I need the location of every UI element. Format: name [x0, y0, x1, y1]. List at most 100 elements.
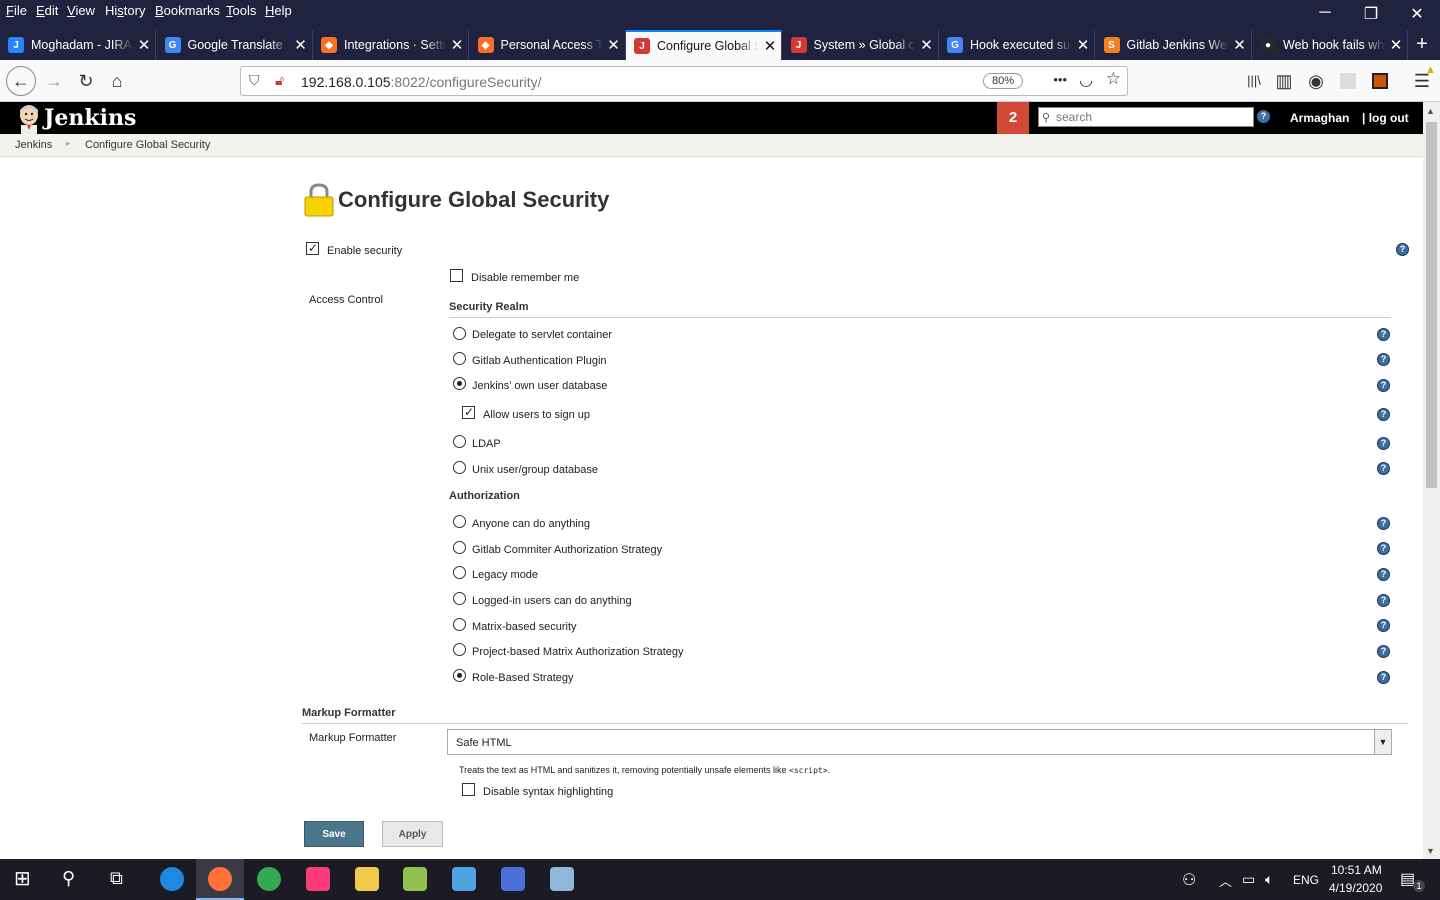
- menu-view[interactable]: View: [67, 3, 95, 18]
- auth-project-matrix-help-icon[interactable]: ?: [1377, 645, 1390, 658]
- auth-anyone-help-icon[interactable]: ?: [1377, 517, 1390, 530]
- realm-ldap-radio[interactable]: [453, 435, 466, 448]
- apply-button[interactable]: Apply: [382, 821, 443, 847]
- search-input[interactable]: ⚲ search: [1038, 107, 1254, 127]
- search-taskbar-icon[interactable]: ⚲: [62, 868, 75, 889]
- library-icon[interactable]: |||\: [1240, 68, 1268, 94]
- markup-formatter-select[interactable]: Safe HTML ▼: [447, 729, 1392, 755]
- auth-gitlab-help-icon[interactable]: ?: [1377, 542, 1390, 555]
- breadcrumb-jenkins[interactable]: Jenkins: [15, 139, 52, 151]
- pocket-icon[interactable]: ◡: [1079, 70, 1093, 90]
- auth-matrix-help-icon[interactable]: ?: [1377, 619, 1390, 632]
- tab-close-icon[interactable]: ✕: [603, 36, 625, 54]
- menu-help[interactable]: Help: [265, 3, 292, 18]
- tab-9[interactable]: ● Web hook fails when✕: [1252, 30, 1408, 60]
- back-button[interactable]: ←: [6, 66, 36, 96]
- scroll-down-icon[interactable]: ▼: [1426, 846, 1435, 856]
- menu-file[interactable]: File: [6, 3, 27, 18]
- home-button[interactable]: ⌂: [103, 68, 131, 94]
- realm-unix-help-icon[interactable]: ?: [1377, 462, 1390, 475]
- people-icon[interactable]: ⚇: [1182, 870, 1196, 890]
- disable-remember-me-checkbox[interactable]: [450, 269, 463, 282]
- auth-anyone-radio[interactable]: [453, 515, 466, 528]
- chrome-icon[interactable]: [257, 867, 281, 891]
- start-icon[interactable]: ⊞: [14, 866, 31, 891]
- tab-close-icon[interactable]: ✕: [446, 36, 468, 54]
- tab-close-icon[interactable]: ✕: [290, 36, 312, 54]
- tab-close-icon[interactable]: ✕: [1072, 36, 1094, 54]
- auth-logged-in-radio[interactable]: [453, 592, 466, 605]
- zoom-level[interactable]: 80%: [982, 73, 1023, 89]
- insecure-lock-icon[interactable]: 🔓︎: [275, 72, 284, 89]
- save-button[interactable]: Save: [304, 821, 364, 847]
- realm-gitlab-radio[interactable]: [453, 352, 466, 365]
- extension-2-icon[interactable]: [1372, 73, 1388, 89]
- extension-icon[interactable]: [1340, 73, 1356, 89]
- enable-security-help-icon[interactable]: ?: [1396, 243, 1409, 256]
- auth-legacy-help-icon[interactable]: ?: [1377, 568, 1390, 581]
- close-window-button[interactable]: ✕: [1402, 4, 1432, 24]
- bookmark-star-icon[interactable]: ☆: [1106, 69, 1121, 89]
- page-scrollbar[interactable]: ▲ ▼: [1423, 102, 1440, 859]
- auth-role-based-help-icon[interactable]: ?: [1377, 671, 1390, 684]
- realm-delegate-help-icon[interactable]: ?: [1377, 328, 1390, 341]
- jenkins-butler-icon[interactable]: [16, 104, 42, 134]
- tab-close-icon[interactable]: ✕: [1385, 36, 1407, 54]
- account-icon[interactable]: ◉: [1302, 68, 1330, 94]
- new-tab-button[interactable]: +: [1410, 33, 1434, 56]
- menu-history[interactable]: History: [105, 3, 145, 18]
- network-icon[interactable]: ▭: [1242, 871, 1255, 888]
- forward-button[interactable]: →: [40, 68, 68, 94]
- page-actions-icon[interactable]: •••: [1053, 72, 1067, 87]
- task-view-icon[interactable]: ⧉: [110, 868, 123, 889]
- tab-3[interactable]: ◆ Integrations · Settings✕: [313, 30, 469, 60]
- tab-6[interactable]: J System » Global configuration✕: [783, 30, 939, 60]
- user-link[interactable]: Armaghan: [1290, 111, 1349, 125]
- chevron-down-icon[interactable]: ▼: [1374, 730, 1391, 754]
- url-text[interactable]: 192.168.0.105:8022/configureSecurity/: [301, 74, 542, 90]
- tab-8[interactable]: S Gitlab Jenkins Webhook✕: [1096, 30, 1252, 60]
- breadcrumb-current[interactable]: Configure Global Security: [85, 139, 210, 151]
- auth-matrix-radio[interactable]: [453, 618, 466, 631]
- tab-close-icon[interactable]: ✕: [1229, 36, 1251, 54]
- logout-link[interactable]: | log out: [1362, 111, 1409, 125]
- chrome-canary-icon[interactable]: [160, 867, 184, 891]
- realm-unix-radio[interactable]: [453, 461, 466, 474]
- realm-jenkins-db-help-icon[interactable]: ?: [1377, 379, 1390, 392]
- notification-badge[interactable]: 2: [997, 102, 1029, 134]
- auth-project-matrix-radio[interactable]: [453, 643, 466, 656]
- scroll-up-icon[interactable]: ▲: [1426, 106, 1435, 116]
- menu-bookmarks[interactable]: Bookmarks: [155, 3, 220, 18]
- tab-4[interactable]: ◆ Personal Access Tokens✕: [470, 30, 626, 60]
- auth-gitlab-radio[interactable]: [453, 541, 466, 554]
- tab-2[interactable]: G Google Translate ✕: [157, 30, 313, 60]
- allow-signup-help-icon[interactable]: ?: [1377, 408, 1390, 421]
- tab-close-icon[interactable]: ✕: [759, 37, 781, 55]
- realm-jenkins-db-radio[interactable]: [453, 377, 466, 390]
- tab-7[interactable]: G Hook executed successfully✕: [939, 30, 1095, 60]
- firefox-icon[interactable]: [208, 867, 232, 891]
- tab-1[interactable]: J Moghadam - JIRA ✕: [0, 30, 156, 60]
- scrollbar-thumb[interactable]: [1426, 122, 1437, 488]
- realm-ldap-help-icon[interactable]: ?: [1377, 437, 1390, 450]
- restore-button[interactable]: ❐: [1356, 4, 1386, 24]
- network-app-icon[interactable]: [501, 867, 525, 891]
- sidebar-icon[interactable]: ▥: [1270, 68, 1298, 94]
- tab-5[interactable]: J Configure Global Security✕: [626, 30, 782, 60]
- tab-close-icon[interactable]: ✕: [916, 36, 938, 54]
- language-indicator[interactable]: ENG: [1293, 873, 1319, 887]
- realm-gitlab-help-icon[interactable]: ?: [1377, 353, 1390, 366]
- volume-icon[interactable]: 🔈︎: [1265, 871, 1273, 888]
- menu-edit[interactable]: Edit: [36, 3, 58, 18]
- reload-button[interactable]: ↻: [72, 68, 100, 94]
- url-bar[interactable]: ⛉ 🔓︎ 192.168.0.105:8022/configureSecurit…: [240, 66, 1128, 96]
- tray-chevron-icon[interactable]: ︿: [1219, 871, 1232, 890]
- clock-time[interactable]: 10:51 AM: [1331, 863, 1382, 877]
- realm-delegate-radio[interactable]: [453, 327, 466, 340]
- enable-security-checkbox[interactable]: [306, 241, 319, 255]
- file-explorer-icon[interactable]: [355, 867, 379, 891]
- jenkins-title[interactable]: Jenkins: [44, 105, 136, 131]
- search-help-icon[interactable]: ?: [1257, 110, 1270, 123]
- shield-icon[interactable]: ⛉: [249, 72, 260, 89]
- auth-logged-in-help-icon[interactable]: ?: [1377, 594, 1390, 607]
